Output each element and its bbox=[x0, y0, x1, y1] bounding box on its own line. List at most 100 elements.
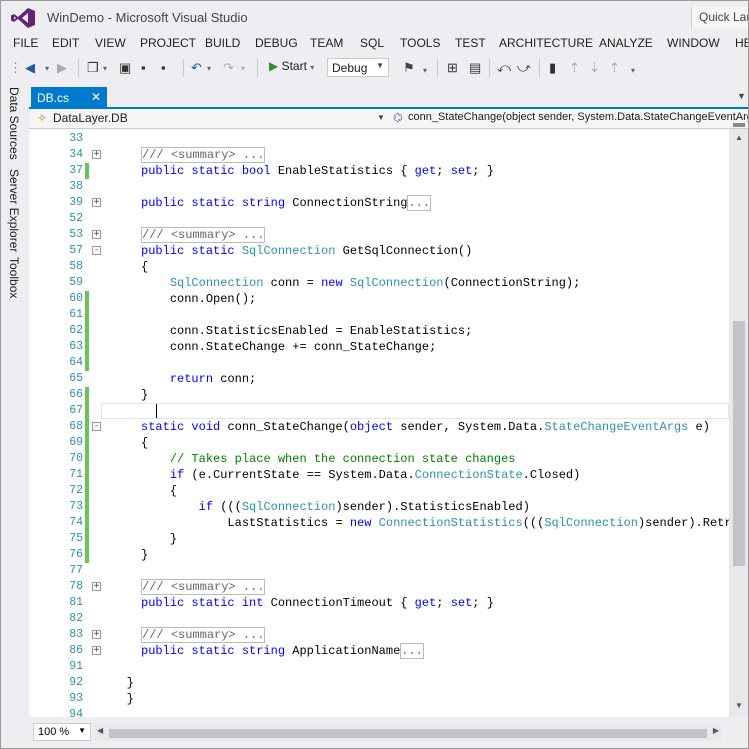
save-all-icon[interactable]: ▪ bbox=[161, 60, 166, 75]
start-dropdown-icon[interactable]: ▾ bbox=[310, 63, 314, 72]
window-title: WinDemo - Microsoft Visual Studio bbox=[47, 10, 248, 25]
collapse-outline-icon[interactable]: - bbox=[92, 246, 101, 255]
menu-test[interactable]: TEST bbox=[455, 36, 486, 50]
code-line[interactable]: 91 bbox=[29, 659, 729, 675]
menu-view[interactable]: VIEW bbox=[95, 36, 126, 50]
collapse-outline-icon[interactable]: - bbox=[92, 422, 101, 431]
menu-file[interactable]: FILE bbox=[13, 36, 38, 50]
navigate-forward-icon[interactable]: ▶ bbox=[57, 60, 67, 76]
expand-outline-icon[interactable]: + bbox=[92, 230, 101, 239]
code-token-box-dc[interactable]: /// <summary> ... bbox=[141, 227, 266, 243]
undo-dropdown-icon[interactable]: ▾ bbox=[207, 64, 211, 73]
code-line[interactable]: 34 + /// <summary> ... bbox=[29, 147, 729, 163]
open-file-icon[interactable]: ▣ bbox=[119, 60, 131, 76]
expand-outline-icon[interactable]: + bbox=[92, 582, 101, 591]
code-line[interactable]: 67 bbox=[29, 403, 729, 419]
scroll-left-icon[interactable]: ◀ bbox=[97, 726, 103, 735]
scroll-right-icon[interactable]: ▶ bbox=[713, 726, 719, 735]
code-token-box[interactable]: ... bbox=[407, 195, 432, 211]
menu-debug[interactable]: DEBUG bbox=[255, 36, 298, 50]
menu-architecture[interactable]: ARCHITECTURE bbox=[499, 36, 593, 50]
code-line[interactable]: 72 { bbox=[29, 483, 729, 499]
menu-analyze[interactable]: ANALYZE bbox=[599, 36, 653, 50]
splitter-handle[interactable] bbox=[733, 123, 745, 127]
tab-db-cs[interactable]: DB.cs ✕ bbox=[31, 87, 107, 109]
new-project-icon[interactable]: ❐ bbox=[87, 60, 99, 76]
menu-tools[interactable]: TOOLS bbox=[400, 36, 440, 50]
code-editor[interactable]: 33 34 + /// <summary> ... 37 public static… bbox=[29, 129, 748, 721]
vertical-scroll-thumb[interactable] bbox=[733, 321, 745, 566]
tab-overflow-icon[interactable]: ▼ bbox=[737, 91, 746, 101]
menu-project[interactable]: PROJECT bbox=[140, 36, 196, 50]
code-line[interactable]: 69 { bbox=[29, 435, 729, 451]
code-line[interactable]: 93 } bbox=[29, 691, 729, 707]
vertical-scrollbar[interactable]: ▲ ▼ bbox=[729, 123, 748, 717]
code-line[interactable]: 61 bbox=[29, 307, 729, 323]
code-token-box-dc[interactable]: /// <summary> ... bbox=[141, 627, 266, 643]
quick-launch-input[interactable]: Quick Launch bbox=[691, 7, 748, 29]
redo-icon[interactable]: ↷ bbox=[223, 60, 234, 76]
code-line[interactable]: 75 } bbox=[29, 531, 729, 547]
code-line[interactable]: 68- static void conn_StateChange(object … bbox=[29, 419, 729, 435]
type-selector-dropdown[interactable]: ✧ DataLayer.DB ▼ bbox=[33, 111, 385, 127]
code-line[interactable]: 33 bbox=[29, 131, 729, 147]
code-line[interactable]: 71 if (e.CurrentState == System.Data.Con… bbox=[29, 467, 729, 483]
code-line[interactable]: 53 + /// <summary> ... bbox=[29, 227, 729, 243]
code-line[interactable]: 37 public static bool EnableStatistics {… bbox=[29, 163, 729, 179]
undo-icon[interactable]: ↶ bbox=[191, 60, 202, 76]
code-token-box-dc[interactable]: /// <summary> ... bbox=[141, 579, 266, 595]
scroll-down-icon[interactable]: ▼ bbox=[735, 701, 743, 710]
close-icon[interactable]: ✕ bbox=[91, 90, 101, 104]
tab-toolbox[interactable]: Toolbox bbox=[7, 257, 21, 298]
member-selector-dropdown[interactable]: ⌬ conn_StateChange(object sender, System… bbox=[390, 111, 748, 127]
tab-data-sources[interactable]: Data Sources bbox=[7, 87, 21, 160]
code-line[interactable]: 59 SqlConnection conn = new SqlConnectio… bbox=[29, 275, 729, 291]
code-line[interactable]: 76 } bbox=[29, 547, 729, 563]
code-line[interactable]: 64 bbox=[29, 355, 729, 371]
menu-help[interactable]: HELP bbox=[735, 36, 748, 50]
back-dropdown-icon[interactable]: ▾ bbox=[45, 64, 49, 73]
expand-outline-icon[interactable]: + bbox=[92, 198, 101, 207]
code-token-box[interactable]: ... bbox=[400, 643, 424, 659]
menu-team[interactable]: TEAM bbox=[310, 36, 343, 50]
save-icon[interactable]: ▪ bbox=[141, 60, 146, 75]
navigate-back-icon[interactable]: ◀ bbox=[25, 60, 35, 76]
horizontal-scrollbar[interactable]: ◀ ▶ bbox=[95, 725, 721, 741]
scroll-up-icon[interactable]: ▲ bbox=[735, 133, 743, 142]
code-line[interactable]: 77 bbox=[29, 563, 729, 579]
tab-server-explorer[interactable]: Server Explorer bbox=[7, 169, 21, 252]
expand-outline-icon[interactable]: + bbox=[92, 150, 101, 159]
solution-configuration-select[interactable]: Debug ▼ bbox=[327, 58, 389, 77]
code-line[interactable]: 70 // Takes place when the connection st… bbox=[29, 451, 729, 467]
code-line[interactable]: 60 conn.Open(); bbox=[29, 291, 729, 307]
expand-outline-icon[interactable]: + bbox=[92, 646, 101, 655]
expand-outline-icon[interactable]: + bbox=[92, 630, 101, 639]
code-line[interactable]: 38 bbox=[29, 179, 729, 195]
code-line[interactable]: 73 if (((SqlConnection)sender).Statistic… bbox=[29, 499, 729, 515]
code-line[interactable]: 83 + /// <summary> ... bbox=[29, 627, 729, 643]
code-line[interactable]: 66 } bbox=[29, 387, 729, 403]
code-line[interactable]: 57- public static SqlConnection GetSqlCo… bbox=[29, 243, 729, 259]
code-line[interactable]: 81 public static int ConnectionTimeout {… bbox=[29, 595, 729, 611]
code-line[interactable]: 78 + /// <summary> ... bbox=[29, 579, 729, 595]
code-line[interactable]: 39 + public static string ConnectionStrin… bbox=[29, 195, 729, 211]
code-line[interactable]: 74 LastStatistics = new ConnectionStatis… bbox=[29, 515, 748, 531]
start-debugging-button[interactable]: ▶ Start ▾ bbox=[269, 59, 314, 73]
code-line[interactable]: 82 bbox=[29, 611, 729, 627]
redo-dropdown-icon[interactable]: ▾ bbox=[241, 64, 245, 73]
menu-edit[interactable]: EDIT bbox=[52, 36, 79, 50]
new-project-dropdown-icon[interactable]: ▾ bbox=[103, 64, 107, 73]
horizontal-scroll-thumb[interactable] bbox=[109, 729, 707, 738]
menu-window[interactable]: WINDOW bbox=[667, 36, 720, 50]
menu-build[interactable]: BUILD bbox=[205, 36, 240, 50]
code-line[interactable]: 52 bbox=[29, 211, 729, 227]
code-token-box-dc[interactable]: /// <summary> ... bbox=[141, 147, 266, 163]
menu-sql[interactable]: SQL bbox=[360, 36, 384, 50]
code-line[interactable]: 58 { bbox=[29, 259, 729, 275]
code-line[interactable]: 62 conn.StatisticsEnabled = EnableStatis… bbox=[29, 323, 729, 339]
zoom-level-select[interactable]: 100 % ▼ bbox=[33, 723, 91, 741]
code-line[interactable]: 63 conn.StateChange += conn_StateChange; bbox=[29, 339, 729, 355]
code-line[interactable]: 86 + public static string ApplicationName… bbox=[29, 643, 729, 659]
code-line[interactable]: 92 } bbox=[29, 675, 729, 691]
code-line[interactable]: 65 return conn; bbox=[29, 371, 729, 387]
